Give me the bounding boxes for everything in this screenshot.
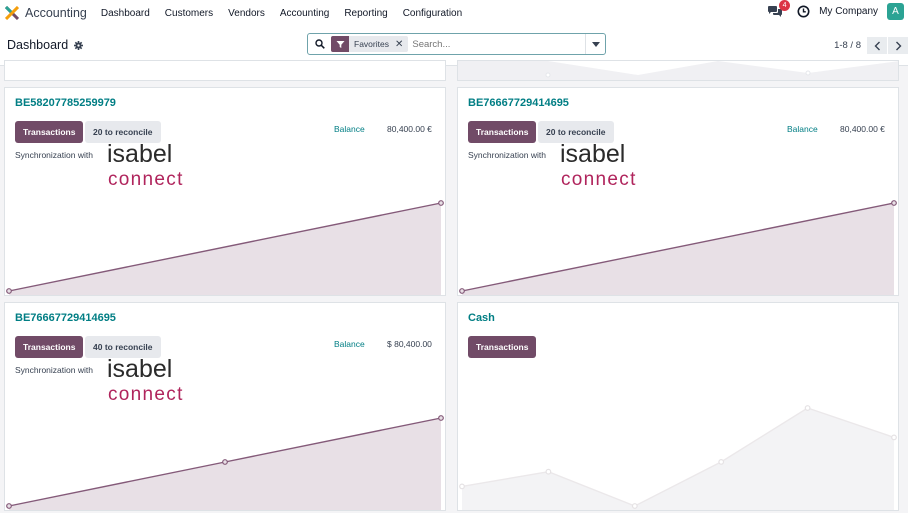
- menu-configuration[interactable]: Configuration: [403, 8, 462, 19]
- balance-label: Balance: [334, 339, 365, 349]
- journal-card: BE58207785259979 Transactions 20 to reco…: [4, 87, 446, 296]
- pager-previous-button[interactable]: [867, 37, 887, 54]
- facet-remove-icon[interactable]: ✕: [395, 39, 408, 50]
- journal-graph: [459, 405, 897, 510]
- search-icon[interactable]: [315, 39, 325, 49]
- gear-icon[interactable]: [74, 40, 84, 50]
- sync-label: Synchronization with: [15, 365, 93, 375]
- journal-title[interactable]: BE58207785259979: [15, 97, 116, 109]
- reconcile-button[interactable]: 20 to reconcile: [538, 121, 614, 143]
- transactions-button[interactable]: Transactions: [468, 121, 537, 143]
- transactions-button[interactable]: Transactions: [15, 336, 84, 358]
- transactions-button[interactable]: Transactions: [15, 121, 84, 143]
- journal-card-partial: [457, 60, 899, 81]
- graph-point: [438, 415, 444, 421]
- journal-title[interactable]: BE76667729414695: [15, 312, 116, 324]
- breadcrumb: Dashboard: [7, 38, 84, 52]
- menu-vendors[interactable]: Vendors: [228, 8, 265, 19]
- menu-reporting[interactable]: Reporting: [344, 8, 387, 19]
- graph-point: [459, 288, 465, 294]
- balance-label: Balance: [787, 124, 818, 134]
- graph-point: [438, 200, 444, 206]
- svg-text:isabel: isabel: [560, 143, 625, 168]
- graph-point: [222, 459, 228, 465]
- isabel-connect-logo[interactable]: isabel connect: [107, 358, 199, 404]
- svg-text:connect: connect: [108, 384, 184, 404]
- systray: 4 My Company A: [767, 0, 904, 20]
- search-input[interactable]: [412, 38, 583, 50]
- graph-area: [462, 408, 894, 510]
- journal-graph: [6, 200, 444, 295]
- search-options-toggle[interactable]: [585, 34, 605, 54]
- graph-point: [545, 468, 552, 475]
- filter-icon: [331, 36, 349, 52]
- graph-point: [718, 459, 725, 465]
- chevron-left-icon: [874, 41, 880, 50]
- journal-title[interactable]: BE76667729414695: [468, 97, 569, 109]
- top-navbar: Accounting Dashboard Customers Vendors A…: [0, 0, 908, 26]
- messaging-menu[interactable]: 4: [767, 0, 791, 19]
- messages-badge: 4: [779, 0, 791, 11]
- journal-graph: [6, 415, 444, 510]
- search-facet: Favorites ✕: [331, 36, 409, 52]
- pager: 1-8 / 8: [834, 37, 908, 54]
- search-bar: Favorites ✕: [307, 33, 606, 55]
- graph-point: [891, 200, 897, 206]
- svg-text:connect: connect: [561, 169, 637, 189]
- graph-point: [804, 405, 811, 411]
- graph-point: [631, 503, 638, 509]
- user-avatar[interactable]: A: [887, 3, 904, 20]
- graph-point: [459, 483, 465, 490]
- app-brand[interactable]: Accounting: [0, 6, 87, 20]
- pager-value[interactable]: 1-8 / 8: [834, 40, 861, 51]
- company-switcher[interactable]: My Company: [819, 6, 878, 17]
- svg-text:isabel: isabel: [107, 143, 172, 168]
- balance-value: 80,400.00 €: [387, 124, 432, 134]
- isabel-connect-logo[interactable]: isabel connect: [107, 143, 199, 189]
- journal-title[interactable]: Cash: [468, 312, 495, 324]
- menu-accounting[interactable]: Accounting: [280, 8, 329, 19]
- menu-dashboard[interactable]: Dashboard: [101, 8, 150, 19]
- pager-next-button[interactable]: [888, 37, 908, 54]
- svg-text:connect: connect: [108, 169, 184, 189]
- sync-label: Synchronization with: [15, 150, 93, 160]
- journal-card: BE76667729414695 Transactions 20 to reco…: [457, 87, 899, 296]
- chevron-right-icon: [895, 41, 901, 50]
- caret-down-icon: [591, 41, 600, 47]
- reconcile-button[interactable]: 20 to reconcile: [85, 121, 161, 143]
- journal-graph: [459, 200, 897, 295]
- reconcile-button[interactable]: 40 to reconcile: [85, 336, 161, 358]
- journal-card: Cash Transactions: [457, 302, 899, 511]
- graph-point: [6, 288, 12, 294]
- journal-graph-partial: [458, 61, 898, 80]
- sync-label: Synchronization with: [468, 150, 546, 160]
- balance-label: Balance: [334, 124, 365, 134]
- main-menu: Dashboard Customers Vendors Accounting R…: [101, 8, 477, 19]
- svg-text:isabel: isabel: [107, 358, 172, 383]
- journal-card: BE76667729414695 Transactions 40 to reco…: [4, 302, 446, 511]
- isabel-connect-logo[interactable]: isabel connect: [560, 143, 652, 189]
- balance-value: $ 80,400.00: [387, 339, 432, 349]
- journal-card-partial: [4, 60, 446, 81]
- facet-label: Favorites: [354, 39, 389, 49]
- graph-point: [6, 503, 12, 509]
- clock-icon[interactable]: [797, 5, 810, 18]
- graph-point: [891, 434, 897, 441]
- page-title: Dashboard: [7, 38, 69, 52]
- accounting-app-icon: [5, 6, 19, 20]
- menu-customers[interactable]: Customers: [165, 8, 213, 19]
- balance-value: 80,400.00 €: [840, 124, 885, 134]
- transactions-button[interactable]: Transactions: [468, 336, 537, 358]
- app-name: Accounting: [25, 6, 87, 20]
